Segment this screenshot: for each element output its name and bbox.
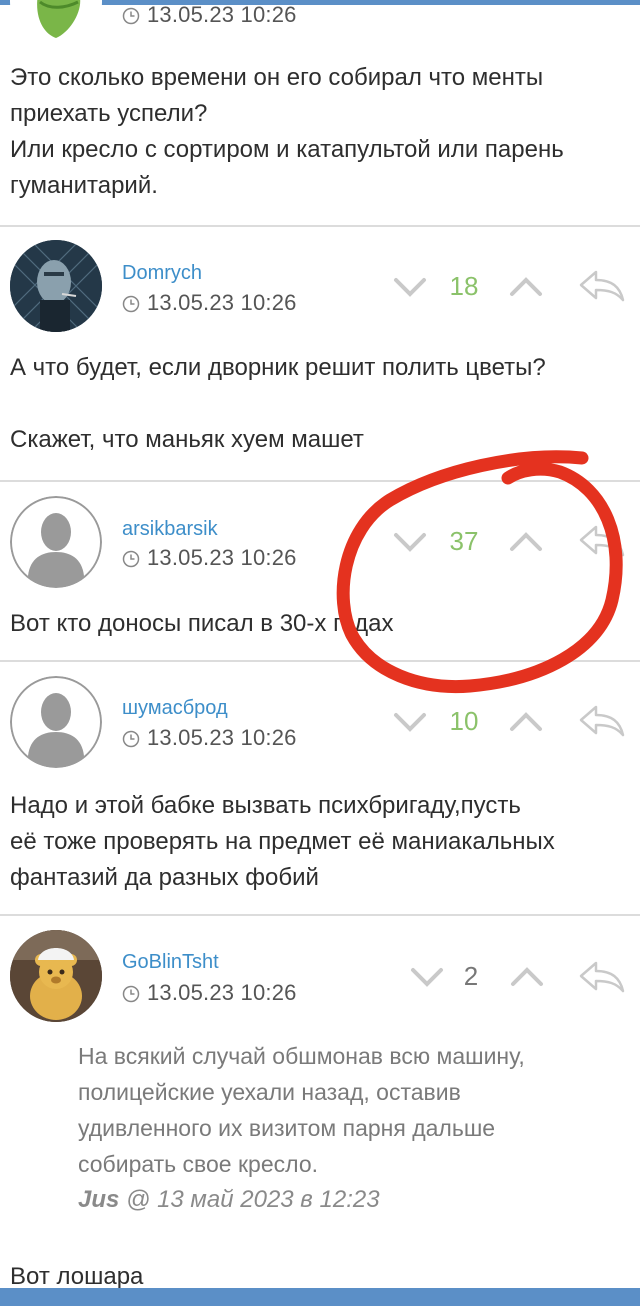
clock-icon (122, 730, 140, 748)
comment-username[interactable]: Domrych (122, 262, 202, 285)
clock-icon (122, 985, 140, 1003)
comment-body: Вот кто доносы писал в 30-х годах (10, 610, 394, 637)
avatar-placeholder-icon (10, 676, 102, 768)
comment-2: arsikbarsik 13.05.23 10:26 37 Вот кто до… (0, 482, 640, 660)
quote-author[interactable]: Jus (78, 1186, 119, 1213)
comment-score: 37 (449, 526, 479, 556)
comment-timestamp: 13.05.23 10:26 (122, 980, 297, 1006)
reply-icon[interactable] (578, 960, 626, 994)
comment-score: 2 (463, 961, 479, 991)
vote-down-icon[interactable] (410, 967, 444, 987)
timestamp-text: 13.05.23 10:26 (147, 725, 297, 750)
comment-body: Надо и этой бабке вызвать психбригаду,пу… (10, 792, 555, 891)
comment-username[interactable]: GoBlinTsht (122, 951, 219, 974)
clock-icon (122, 295, 140, 313)
timestamp-text: 13.05.23 10:26 (147, 290, 297, 315)
comment-quote: На всякий случай обшмонав всю машину, по… (78, 1043, 525, 1177)
comment-body: А что будет, если дворник решит полить ц… (10, 354, 546, 453)
comment-0: 13.05.23 10:26 Это сколько времени он ег… (0, 0, 640, 225)
vote-down-icon[interactable] (393, 277, 427, 297)
vote-up-icon[interactable] (509, 277, 543, 297)
avatar-placeholder-icon (10, 496, 102, 588)
comment-timestamp: 13.05.23 10:26 (122, 290, 297, 316)
reply-icon[interactable] (578, 524, 626, 558)
clock-icon (122, 7, 140, 25)
comment-score: 10 (449, 706, 479, 736)
comment-timestamp: 13.05.23 10:26 (122, 725, 297, 751)
vote-up-icon[interactable] (509, 532, 543, 552)
comment-1: Domrych 13.05.23 10:26 18 А что будет, е… (0, 227, 640, 480)
vote-up-icon[interactable] (509, 712, 543, 732)
avatar[interactable] (10, 496, 102, 588)
quote-signature: Jus @ 13 май 2023 в 12:23 (78, 1186, 380, 1214)
comment-score: 18 (449, 271, 479, 301)
comment-username[interactable]: шумасброд (122, 697, 228, 720)
timestamp-text: 13.05.23 10:26 (147, 980, 297, 1005)
comment-body: Это сколько времени он его собирал что м… (10, 64, 564, 199)
vote-down-icon[interactable] (393, 712, 427, 732)
comment-username[interactable]: arsikbarsik (122, 518, 218, 541)
bottom-accent-bar (0, 1288, 640, 1306)
clock-icon (122, 550, 140, 568)
reply-icon[interactable] (578, 704, 626, 738)
avatar[interactable] (10, 240, 102, 332)
comment-3: шумасброд 13.05.23 10:26 10 Надо и этой … (0, 662, 640, 914)
timestamp-text: 13.05.23 10:26 (147, 2, 297, 27)
comment-timestamp: 13.05.23 10:26 (122, 2, 297, 28)
comment-4: GoBlinTsht 13.05.23 10:26 2 На всякий сл… (0, 916, 640, 1290)
timestamp-text: 13.05.23 10:26 (147, 545, 297, 570)
quote-meta: @ 13 май 2023 в 12:23 (126, 1186, 380, 1213)
avatar[interactable] (10, 676, 102, 768)
avatar[interactable] (10, 930, 102, 1022)
vote-down-icon[interactable] (393, 532, 427, 552)
avatar[interactable] (10, 0, 102, 46)
reply-icon[interactable] (578, 269, 626, 303)
comment-timestamp: 13.05.23 10:26 (122, 545, 297, 571)
vote-up-icon[interactable] (510, 967, 544, 987)
